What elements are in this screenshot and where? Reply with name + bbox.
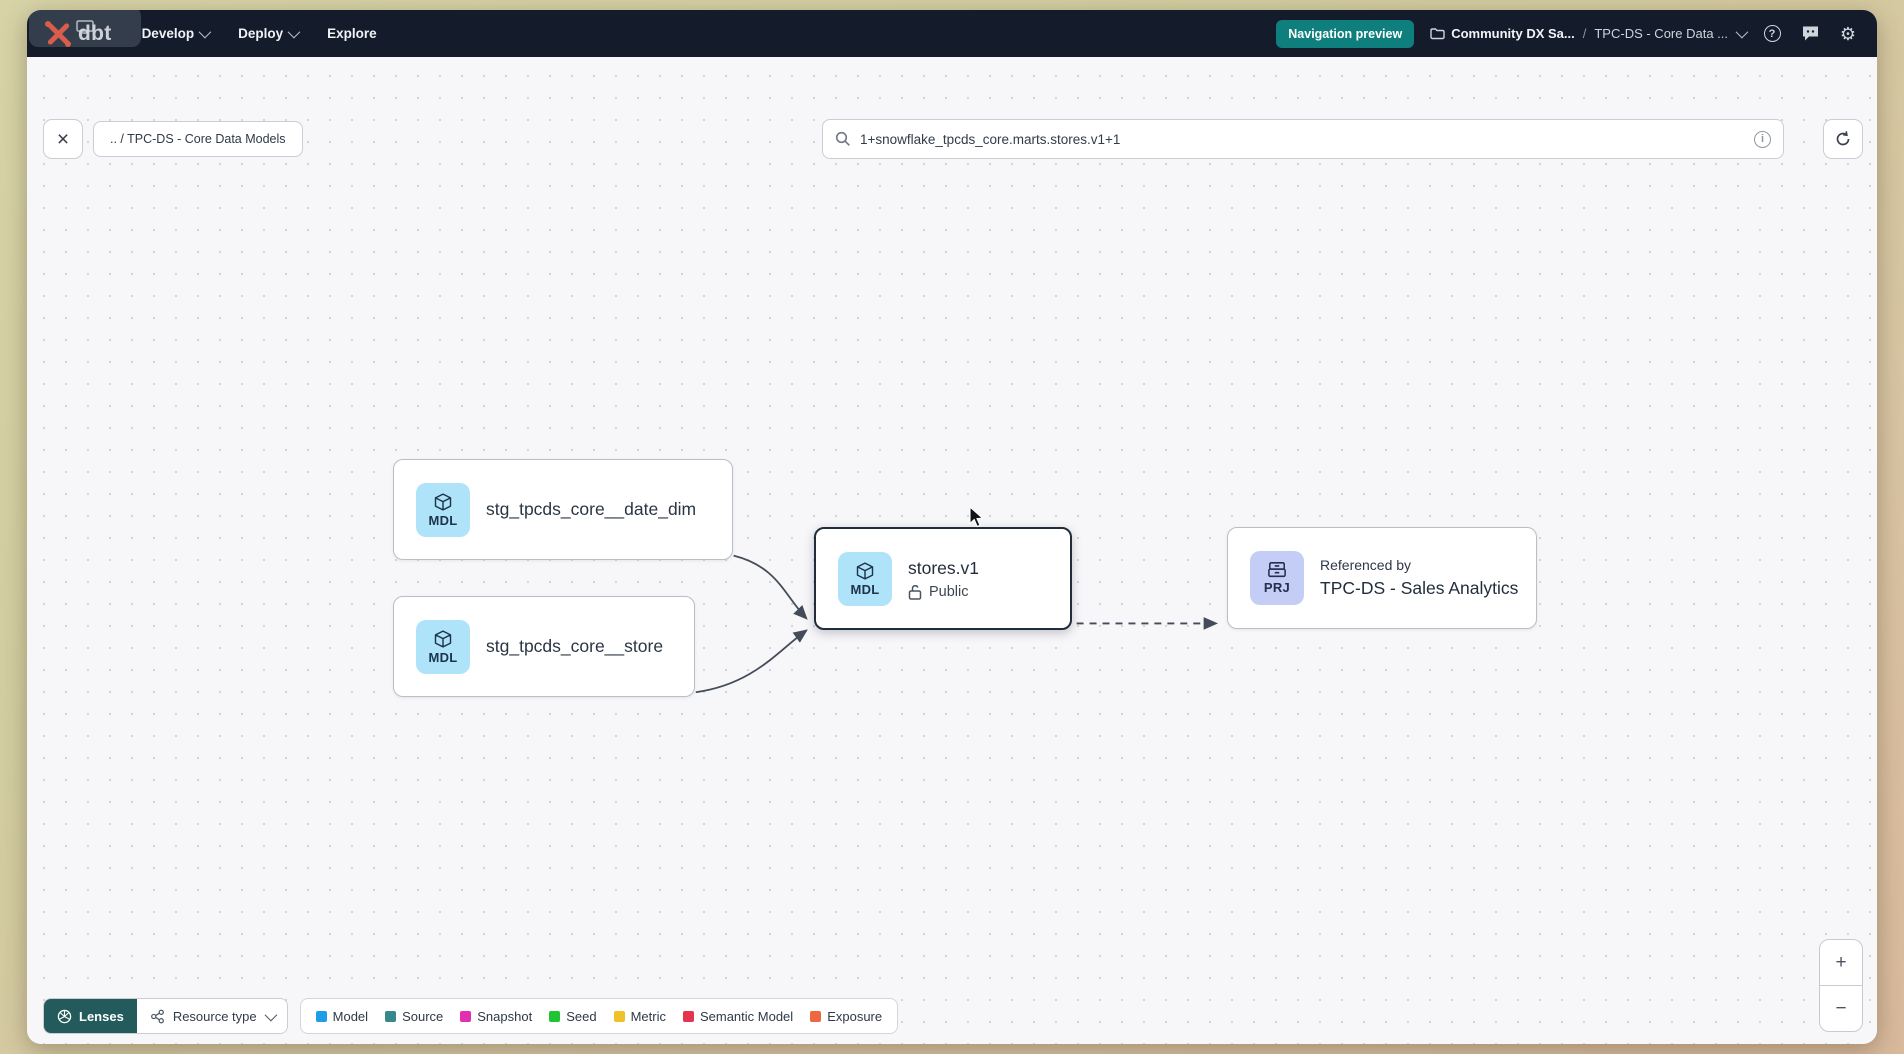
refresh-lineage-button[interactable] [1823, 119, 1863, 159]
chevron-down-icon[interactable] [1736, 26, 1749, 39]
lineage-canvas[interactable]: × .. / TPC-DS - Core Data Models i MDL [27, 57, 1877, 1044]
cube-icon [433, 629, 453, 649]
lineage-search-bar: i [822, 119, 1784, 159]
legend-item-semantic-model: Semantic Model [683, 1009, 793, 1024]
resource-graph-icon [150, 1009, 165, 1024]
project-icon: PRJ [1250, 551, 1304, 605]
refresh-icon [1834, 130, 1852, 148]
plus-icon: + [1835, 952, 1846, 974]
minus-icon: − [1835, 998, 1846, 1020]
recording-overlay [29, 10, 141, 47]
monitor-icon [75, 20, 95, 34]
access-row: Public [908, 584, 979, 600]
node-text: Referenced by TPC-DS - Sales Analytics [1320, 557, 1518, 599]
edge-date-dim-to-stores [734, 556, 807, 619]
legend-item-metric: Metric [614, 1009, 666, 1024]
help-button[interactable]: ? [1761, 23, 1783, 45]
breadcrumb-project[interactable]: Community DX Sa... [1430, 26, 1575, 41]
lenses-button[interactable]: Lenses [44, 999, 137, 1033]
node-stg-tpcds-core-store[interactable]: MDL stg_tpcds_core__store [393, 596, 695, 697]
model-icon: MDL [416, 620, 470, 674]
header-right: Navigation preview Community DX Sa... / … [1276, 20, 1859, 48]
nav-deploy[interactable]: Deploy [238, 26, 297, 41]
main-nav: Develop Deploy Explore [142, 26, 377, 41]
close-icon: × [57, 129, 69, 150]
model-icon: MDL [838, 552, 892, 606]
settings-button[interactable]: ⚙ [1837, 23, 1859, 45]
help-icon: ? [1764, 25, 1781, 42]
zoom-out-button[interactable]: − [1820, 986, 1862, 1031]
resource-legend: Model Source Snapshot Seed Metric [300, 998, 898, 1034]
app-window: dbt Develop Deploy Explore Navigation pr… [27, 10, 1877, 1044]
chevron-down-icon [264, 1008, 277, 1021]
selector-input[interactable] [860, 132, 1745, 147]
info-icon[interactable]: i [1754, 131, 1771, 148]
search-icon [835, 131, 851, 147]
legend-item-model: Model [316, 1009, 368, 1024]
zoom-control: + − [1819, 939, 1863, 1032]
breadcrumb-separator: / [1583, 26, 1587, 41]
close-lineage-button[interactable]: × [43, 119, 83, 159]
chat-bubble-icon [1801, 25, 1820, 42]
nav-explore[interactable]: Explore [327, 26, 377, 41]
resource-type-dropdown[interactable]: Resource type [137, 999, 287, 1033]
navigation-preview-badge[interactable]: Navigation preview [1276, 20, 1414, 48]
feedback-button[interactable] [1799, 23, 1821, 45]
chevron-down-icon [199, 26, 212, 39]
unlocked-padlock-icon [908, 584, 922, 600]
zoom-in-button[interactable]: + [1820, 940, 1862, 985]
cube-icon [433, 492, 453, 512]
legend-swatch [316, 1011, 327, 1022]
legend-item-seed: Seed [549, 1009, 596, 1024]
legend-item-exposure: Exposure [810, 1009, 882, 1024]
node-referenced-by-project[interactable]: PRJ Referenced by TPC-DS - Sales Analyti… [1227, 527, 1537, 629]
legend-swatch [549, 1011, 560, 1022]
legend-item-snapshot: Snapshot [460, 1009, 532, 1024]
folder-icon [1430, 27, 1445, 40]
legend-item-source: Source [385, 1009, 443, 1024]
node-stg-tpcds-core-date-dim[interactable]: MDL stg_tpcds_core__date_dim [393, 459, 733, 560]
legend-swatch [614, 1011, 625, 1022]
gear-icon: ⚙ [1840, 25, 1856, 43]
archive-drawers-icon [1267, 561, 1287, 579]
legend-swatch [385, 1011, 396, 1022]
edge-store-to-stores [696, 630, 807, 692]
breadcrumb-page[interactable]: TPC-DS - Core Data ... [1594, 26, 1728, 41]
model-icon: MDL [416, 483, 470, 537]
legend-swatch [683, 1011, 694, 1022]
legend-swatch [810, 1011, 821, 1022]
legend-swatch [460, 1011, 471, 1022]
breadcrumb: Community DX Sa... / TPC-DS - Core Data … [1430, 26, 1745, 41]
lineage-breadcrumb-chip[interactable]: .. / TPC-DS - Core Data Models [93, 121, 303, 157]
top-nav-bar: dbt Develop Deploy Explore Navigation pr… [27, 10, 1877, 57]
canvas-controls: Lenses Resource type Model [43, 998, 898, 1034]
nav-develop[interactable]: Develop [142, 26, 209, 41]
node-text: stores.v1 Public [908, 558, 979, 600]
cube-icon [855, 561, 875, 581]
chevron-down-icon [288, 26, 301, 39]
lens-group: Lenses Resource type [43, 998, 288, 1034]
lens-aperture-icon [57, 1009, 72, 1024]
node-stores-v1[interactable]: MDL stores.v1 Public [814, 527, 1072, 630]
